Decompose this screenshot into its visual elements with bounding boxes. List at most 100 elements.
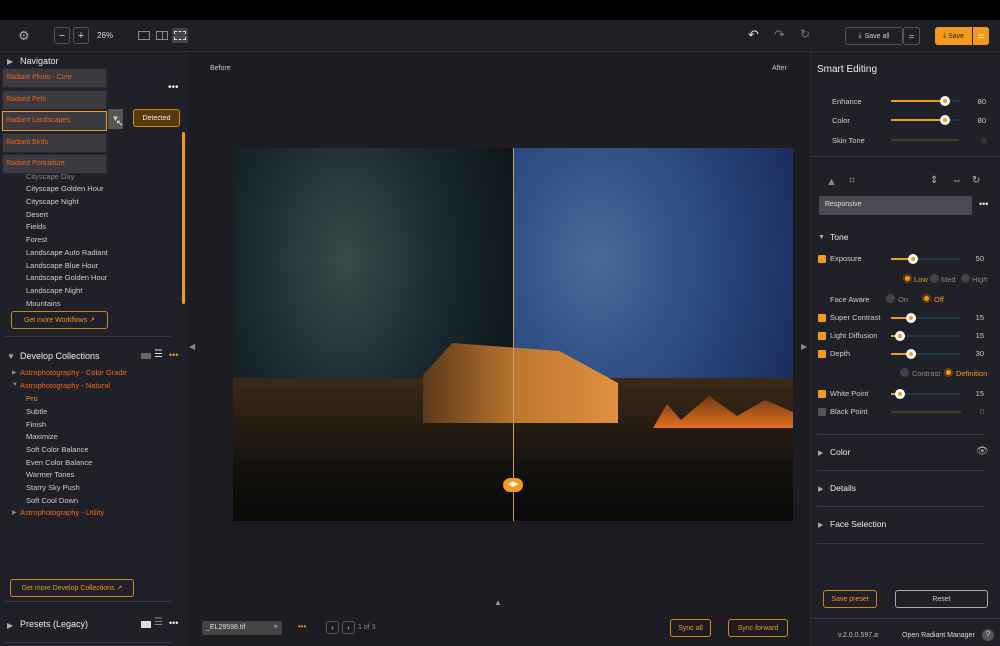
collapse-icon[interactable]: ▼: [818, 234, 825, 241]
preset-item[interactable]: Maximize: [26, 432, 58, 441]
workflow-item[interactable]: Landscape Auto Radiant: [26, 248, 108, 257]
workflow-item[interactable]: Cityscape Golden Hour: [26, 184, 104, 193]
face-aware-on-radio[interactable]: [886, 294, 895, 303]
med-radio[interactable]: [930, 274, 939, 283]
toggle-icon[interactable]: ⚌: [903, 27, 920, 45]
more-icon[interactable]: •••: [168, 82, 179, 93]
split-handle[interactable]: ◀▶: [503, 478, 523, 492]
crop-icon[interactable]: ⌗: [849, 175, 855, 188]
enhance-slider[interactable]: [891, 96, 959, 106]
single-view-icon[interactable]: [138, 31, 150, 40]
collapse-right-icon[interactable]: ▶: [801, 342, 807, 351]
face-aware-off-radio[interactable]: [922, 294, 931, 303]
workflow-item[interactable]: Landscape Night: [26, 286, 82, 295]
exposure-slider[interactable]: [891, 254, 961, 264]
exposure-checkbox[interactable]: [818, 255, 826, 263]
collection-item[interactable]: Astrophotography - Utility: [20, 508, 104, 517]
get-more-workflows-button[interactable]: Get more Workflows ↗: [11, 311, 108, 329]
preset-item[interactable]: Starry Sky Push: [26, 483, 80, 492]
preset-item[interactable]: Warmer Tones: [26, 470, 74, 479]
more-icon[interactable]: •••: [298, 622, 306, 631]
zoom-in-button[interactable]: +: [73, 27, 89, 44]
workflow-item[interactable]: Landscape Blue Hour: [26, 261, 98, 270]
more-icon[interactable]: •••: [979, 199, 988, 209]
grid-view-icon[interactable]: [141, 353, 151, 359]
reset-icon[interactable]: ↻: [800, 27, 810, 41]
super-contrast-slider[interactable]: [891, 313, 961, 323]
expand-icon[interactable]: ▶: [818, 449, 823, 457]
split-view-icon[interactable]: [172, 28, 188, 43]
open-manager-link[interactable]: Open Radiant Manager: [902, 632, 975, 639]
side-by-side-icon[interactable]: [156, 31, 168, 40]
save-all-button[interactable]: ⤓ Save all: [845, 27, 903, 45]
image-icon[interactable]: ▲: [826, 176, 837, 188]
expand-icon[interactable]: ▶: [7, 621, 13, 630]
undo-icon[interactable]: ↶: [748, 27, 759, 43]
help-icon[interactable]: ?: [982, 629, 994, 641]
section-face-selection[interactable]: Face Selection: [830, 519, 886, 529]
grid-view-icon[interactable]: [141, 621, 151, 628]
preset-item[interactable]: Subtle: [26, 407, 47, 416]
black-point-slider[interactable]: [891, 411, 961, 413]
collapse-left-icon[interactable]: ◀: [189, 342, 195, 351]
sync-all-button[interactable]: Sync all: [670, 619, 711, 637]
save-preset-button[interactable]: Save preset: [823, 590, 877, 608]
next-button[interactable]: ›: [342, 621, 355, 634]
preset-item-selected[interactable]: Pro: [26, 394, 38, 403]
light-diffusion-checkbox[interactable]: [818, 332, 826, 340]
sync-forward-button[interactable]: Sync forward: [728, 619, 788, 637]
collection-item[interactable]: Astrophotography - Color Grade: [20, 368, 127, 377]
expand-icon[interactable]: ▶: [818, 521, 823, 529]
get-more-collections-button[interactable]: Get more Develop Collections ↗: [10, 579, 134, 597]
collection-item[interactable]: Astrophotography - Natural: [20, 381, 110, 390]
preset-item[interactable]: Soft Color Balance: [26, 445, 89, 454]
preset-item[interactable]: Soft Cool Down: [26, 496, 78, 505]
flip-horizontal-icon[interactable]: ⇔: [952, 175, 962, 186]
detected-button[interactable]: Detected: [133, 109, 180, 127]
light-diffusion-slider[interactable]: [891, 331, 961, 341]
workflow-item[interactable]: Landscape Golden Hour: [26, 273, 107, 282]
contrast-radio[interactable]: [900, 368, 909, 377]
collapse-icon[interactable]: ▼: [7, 352, 15, 361]
depth-slider[interactable]: [891, 349, 961, 359]
more-icon[interactable]: •••: [169, 618, 178, 628]
redo-icon[interactable]: ↷: [774, 27, 785, 43]
section-details[interactable]: Details: [830, 483, 856, 493]
high-radio[interactable]: [961, 274, 970, 283]
file-selector[interactable]: _EL29598.tif ▼: [202, 621, 282, 635]
expand-icon[interactable]: ▶: [818, 485, 823, 493]
more-icon[interactable]: •••: [169, 350, 178, 360]
previous-button[interactable]: ‹: [326, 621, 339, 634]
black-point-checkbox[interactable]: [818, 408, 826, 416]
dropdown-option[interactable]: Radiant Photo - Core: [2, 68, 107, 88]
expand-icon[interactable]: ▶: [7, 57, 13, 66]
save-options-toggle[interactable]: ⚌: [973, 27, 989, 45]
preset-item[interactable]: Finish: [26, 420, 46, 429]
color-slider[interactable]: [891, 115, 959, 125]
definition-radio[interactable]: [944, 368, 953, 377]
gear-icon[interactable]: ⚙: [18, 28, 30, 44]
white-point-checkbox[interactable]: [818, 390, 826, 398]
list-view-icon[interactable]: ☰: [154, 617, 163, 628]
workflow-item[interactable]: Cityscape Night: [26, 197, 79, 206]
scrollbar[interactable]: [182, 132, 185, 304]
dropdown-option[interactable]: Radiant Pets: [2, 90, 107, 110]
split-divider[interactable]: [513, 148, 514, 521]
workflow-item[interactable]: Forest: [26, 235, 47, 244]
preset-item[interactable]: Even Color Balance: [26, 458, 92, 467]
dropdown-option[interactable]: Radiant Birds: [2, 133, 107, 153]
photo-preview[interactable]: ◀▶: [233, 148, 793, 521]
workflow-item[interactable]: Mountains: [26, 299, 61, 308]
profile-select[interactable]: Responsive: [819, 196, 972, 215]
low-radio[interactable]: [903, 274, 912, 283]
rotate-icon[interactable]: ↻: [972, 175, 980, 186]
section-color[interactable]: Color: [830, 447, 850, 457]
workflow-item[interactable]: Fields: [26, 222, 46, 231]
dropdown-option[interactable]: Radiant Portraiture: [2, 154, 107, 174]
white-point-slider[interactable]: [891, 389, 961, 399]
zoom-out-button[interactable]: −: [54, 27, 70, 44]
eye-icon[interactable]: 👁: [976, 446, 989, 457]
depth-checkbox[interactable]: [818, 350, 826, 358]
workflow-item[interactable]: Desert: [26, 210, 48, 219]
flip-vertical-icon[interactable]: ⇕: [930, 175, 938, 186]
